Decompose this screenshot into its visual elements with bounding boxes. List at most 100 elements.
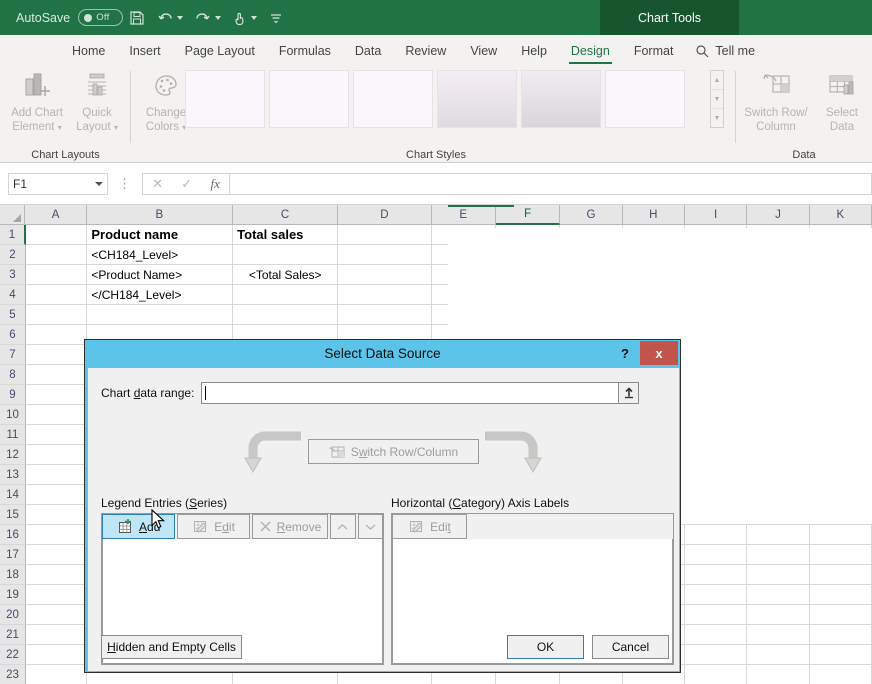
column-header-j[interactable]: J (747, 205, 809, 225)
ok-button[interactable]: OK (507, 635, 584, 659)
chart-style-item-3[interactable] (353, 70, 433, 128)
formula-input[interactable] (230, 173, 872, 195)
cell-A2[interactable] (26, 245, 87, 265)
cell-C2[interactable] (233, 245, 338, 265)
cell-J18[interactable] (747, 565, 809, 585)
row-header-20[interactable]: 20 (0, 605, 26, 625)
cell-A13[interactable] (26, 465, 87, 485)
cell-J22[interactable] (747, 645, 809, 665)
gallery-scroll-up-icon[interactable]: ▲ (711, 71, 723, 90)
row-header-3[interactable]: 3 (0, 265, 26, 285)
chart-style-item-5[interactable] (521, 70, 601, 128)
cell-A9[interactable] (26, 385, 87, 405)
cell-I21[interactable] (685, 625, 747, 645)
fx-icon[interactable]: fx (210, 176, 219, 192)
row-header-8[interactable]: 8 (0, 365, 26, 385)
cell-I19[interactable] (685, 585, 747, 605)
cancel-button[interactable]: Cancel (592, 635, 669, 659)
column-header-f[interactable]: F (496, 205, 560, 225)
row-header-16[interactable]: 16 (0, 525, 26, 545)
cell-A10[interactable] (26, 405, 87, 425)
touch-mode-dropdown-caret[interactable] (251, 16, 257, 20)
row-header-21[interactable]: 21 (0, 625, 26, 645)
chart-style-item-2[interactable] (269, 70, 349, 128)
tab-review[interactable]: Review (393, 37, 458, 65)
cell-A1[interactable] (26, 225, 87, 245)
row-header-4[interactable]: 4 (0, 285, 26, 305)
collapse-dialog-icon[interactable] (619, 382, 639, 404)
chart-data-range-input[interactable] (201, 382, 619, 404)
tab-page-layout[interactable]: Page Layout (173, 37, 267, 65)
row-header-13[interactable]: 13 (0, 465, 26, 485)
tab-insert[interactable]: Insert (117, 37, 172, 65)
row-header-1[interactable]: 1 (0, 225, 26, 245)
column-header-h[interactable]: H (623, 205, 685, 225)
tab-home[interactable]: Home (60, 37, 117, 65)
cell-D5[interactable] (338, 305, 431, 325)
row-header-17[interactable]: 17 (0, 545, 26, 565)
add-chart-element-button[interactable]: Add ChartElement ▾ (6, 71, 68, 135)
cell-J21[interactable] (747, 625, 809, 645)
cell-C4[interactable] (233, 285, 338, 305)
cell-A16[interactable] (26, 525, 87, 545)
row-header-18[interactable]: 18 (0, 565, 26, 585)
gallery-more-icon[interactable]: ▼ (711, 109, 723, 127)
cell-A17[interactable] (26, 545, 87, 565)
enter-check-icon[interactable]: ✓ (181, 176, 192, 192)
formula-bar-handle[interactable]: ⋮ (118, 176, 132, 192)
cell-I16[interactable] (685, 525, 747, 545)
chart-style-item-1[interactable] (185, 70, 265, 128)
cell-I22[interactable] (685, 645, 747, 665)
cell-K19[interactable] (810, 585, 872, 605)
chart-style-item-4[interactable] (437, 70, 517, 128)
cell-A23[interactable] (26, 665, 87, 684)
cell-J20[interactable] (747, 605, 809, 625)
dialog-help-button[interactable]: ? (610, 341, 640, 365)
column-header-e[interactable]: E (432, 205, 496, 225)
cell-A18[interactable] (26, 565, 87, 585)
cell-K18[interactable] (810, 565, 872, 585)
autosave-toggle[interactable]: Off (78, 9, 123, 26)
row-header-14[interactable]: 14 (0, 485, 26, 505)
cell-D2[interactable] (338, 245, 431, 265)
cell-B1[interactable]: Product name (87, 225, 233, 245)
column-header-c[interactable]: C (233, 205, 338, 225)
column-header-d[interactable]: D (338, 205, 432, 225)
cell-J19[interactable] (747, 585, 809, 605)
hidden-and-empty-cells-button[interactable]: Hidden and Empty Cells (101, 635, 242, 659)
undo-dropdown-caret[interactable] (177, 16, 183, 20)
cell-A11[interactable] (26, 425, 87, 445)
tab-data[interactable]: Data (343, 37, 393, 65)
row-header-9[interactable]: 9 (0, 385, 26, 405)
tell-me-search[interactable]: Tell me (695, 37, 755, 65)
cell-A8[interactable] (26, 365, 87, 385)
chart-styles-scrollbar[interactable]: ▲ ▼ ▼ (710, 70, 724, 128)
cell-A15[interactable] (26, 505, 87, 525)
select-all-corner[interactable] (0, 205, 25, 225)
column-header-a[interactable]: A (25, 205, 86, 225)
name-box[interactable]: F1 (8, 173, 108, 195)
cell-A19[interactable] (26, 585, 87, 605)
cell-I18[interactable] (685, 565, 747, 585)
cell-K20[interactable] (810, 605, 872, 625)
column-header-g[interactable]: G (560, 205, 622, 225)
cell-C5[interactable] (233, 305, 338, 325)
row-header-15[interactable]: 15 (0, 505, 26, 525)
name-box-dropdown-icon[interactable] (95, 182, 103, 186)
undo-icon[interactable] (151, 0, 189, 35)
row-header-12[interactable]: 12 (0, 445, 26, 465)
cell-A22[interactable] (26, 645, 87, 665)
cell-A7[interactable] (26, 345, 87, 365)
row-header-7[interactable]: 7 (0, 345, 26, 365)
cell-A12[interactable] (26, 445, 87, 465)
customize-qat-icon[interactable] (263, 0, 289, 35)
column-header-b[interactable]: B (87, 205, 233, 225)
cell-A5[interactable] (26, 305, 87, 325)
cell-C3[interactable]: <Total Sales> (233, 265, 338, 285)
gallery-scroll-down-icon[interactable]: ▼ (711, 90, 723, 109)
touch-mode-icon[interactable] (227, 0, 263, 35)
tab-help[interactable]: Help (509, 37, 559, 65)
add-chart-element-dropdown-caret[interactable]: ▾ (58, 123, 62, 132)
cell-I17[interactable] (685, 545, 747, 565)
quick-layout-button[interactable]: QuickLayout ▾ (66, 71, 128, 135)
